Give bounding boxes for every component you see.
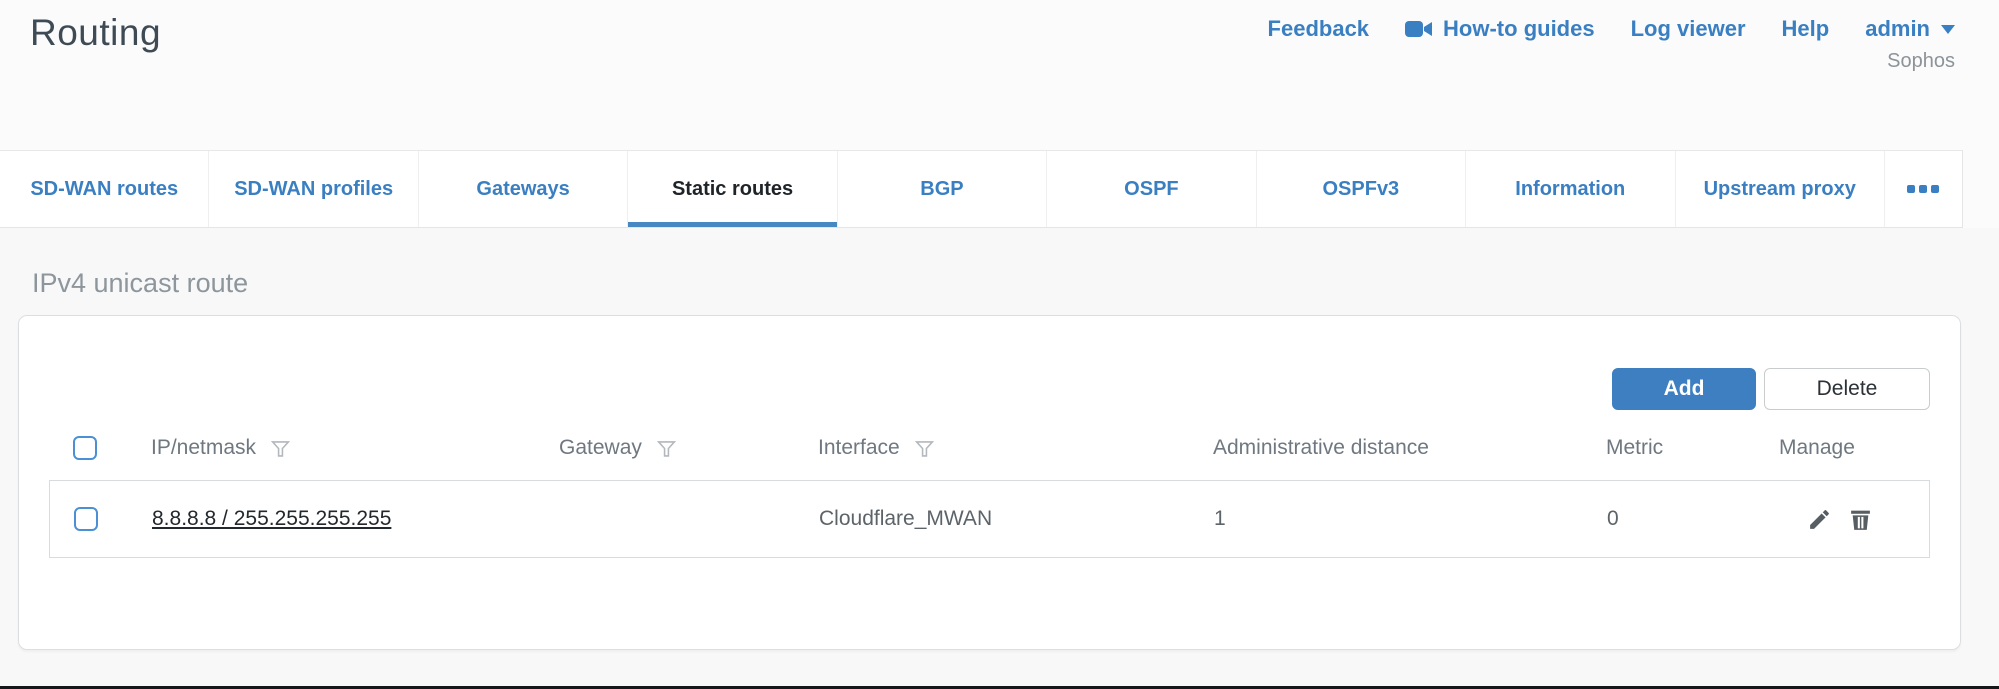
column-label: Gateway <box>559 436 642 460</box>
tab-information[interactable]: Information <box>1465 151 1674 227</box>
cell-metric: 0 <box>1607 507 1780 531</box>
trash-icon <box>1848 507 1873 532</box>
column-header-manage: Manage <box>1779 436 1930 460</box>
column-label: IP/netmask <box>151 436 256 460</box>
top-nav-wrap: Feedback How-to guides Log viewer Help a… <box>1268 16 1955 73</box>
cell-ip-netmask: 8.8.8.8 / 255.255.255.255 <box>152 507 560 531</box>
page-header: Routing Feedback How-to guides Log viewe… <box>0 0 1999 150</box>
tab-gateways[interactable]: Gateways <box>418 151 627 227</box>
log-viewer-link[interactable]: Log viewer <box>1631 16 1746 42</box>
top-nav: Feedback How-to guides Log viewer Help a… <box>1268 16 1955 42</box>
tab-sd-wan-profiles[interactable]: SD-WAN profiles <box>208 151 417 227</box>
help-label: Help <box>1782 16 1830 42</box>
column-label: Interface <box>818 436 900 460</box>
column-label: Administrative distance <box>1213 436 1429 460</box>
feedback-link[interactable]: Feedback <box>1268 16 1370 42</box>
column-header-admin-distance: Administrative distance <box>1213 436 1606 460</box>
column-header-gateway: Gateway <box>559 436 818 460</box>
cell-admin-distance: 1 <box>1214 507 1607 531</box>
delete-button[interactable]: Delete <box>1764 368 1930 410</box>
edit-route-button[interactable] <box>1806 506 1832 532</box>
funnel-icon[interactable] <box>656 438 677 459</box>
column-label: Manage <box>1779 436 1855 460</box>
tab-ospf[interactable]: OSPF <box>1046 151 1255 227</box>
user-menu-label: admin <box>1865 16 1930 42</box>
column-header-metric: Metric <box>1606 436 1779 460</box>
video-camera-icon <box>1405 19 1434 39</box>
tab-bgp[interactable]: BGP <box>837 151 1046 227</box>
row-checkbox[interactable] <box>74 507 98 531</box>
page-title: Routing <box>30 12 161 54</box>
cell-manage <box>1780 506 1929 532</box>
brand-label: Sophos <box>1887 50 1955 73</box>
howto-guides-label: How-to guides <box>1443 16 1595 42</box>
howto-guides-link[interactable]: How-to guides <box>1405 16 1595 42</box>
row-checkbox-cell <box>74 507 152 531</box>
header-checkbox-cell <box>73 436 151 460</box>
column-label: Metric <box>1606 436 1663 460</box>
table-row: 8.8.8.8 / 255.255.255.255 Cloudflare_MWA… <box>49 480 1930 558</box>
tab-bar: SD-WAN routes SD-WAN profiles Gateways S… <box>0 150 1963 228</box>
user-menu[interactable]: admin <box>1865 16 1955 42</box>
column-header-interface: Interface <box>818 436 1213 460</box>
chevron-down-icon <box>1941 25 1955 34</box>
route-link[interactable]: 8.8.8.8 / 255.255.255.255 <box>152 507 391 530</box>
select-all-checkbox[interactable] <box>73 436 97 460</box>
tab-ospfv3[interactable]: OSPFv3 <box>1256 151 1465 227</box>
table-header-row: IP/netmask Gateway Interface Administrat… <box>49 416 1930 480</box>
funnel-icon[interactable] <box>914 438 935 459</box>
tab-upstream-proxy[interactable]: Upstream proxy <box>1675 151 1884 227</box>
log-viewer-label: Log viewer <box>1631 16 1746 42</box>
section-title: IPv4 unicast route <box>18 228 1961 315</box>
funnel-icon[interactable] <box>270 438 291 459</box>
ellipsis-icon <box>1907 185 1915 193</box>
routing-page: { "page": { "title": "Routing", "brand":… <box>0 0 1999 689</box>
cell-interface: Cloudflare_MWAN <box>819 507 1214 531</box>
help-link[interactable]: Help <box>1782 16 1830 42</box>
column-header-ip-netmask: IP/netmask <box>151 436 559 460</box>
pencil-icon <box>1807 507 1832 532</box>
tab-sd-wan-routes[interactable]: SD-WAN routes <box>0 151 208 227</box>
tab-static-routes[interactable]: Static routes <box>627 151 836 227</box>
feedback-label: Feedback <box>1268 16 1370 42</box>
delete-route-button[interactable] <box>1847 506 1873 532</box>
main-content: IPv4 unicast route Add Delete IP/netmask… <box>0 228 1999 686</box>
tabs-more-button[interactable] <box>1884 151 1962 227</box>
add-button[interactable]: Add <box>1612 368 1756 410</box>
table-toolbar: Add Delete <box>49 368 1930 410</box>
routes-panel: Add Delete IP/netmask Gateway Interface … <box>18 315 1961 650</box>
